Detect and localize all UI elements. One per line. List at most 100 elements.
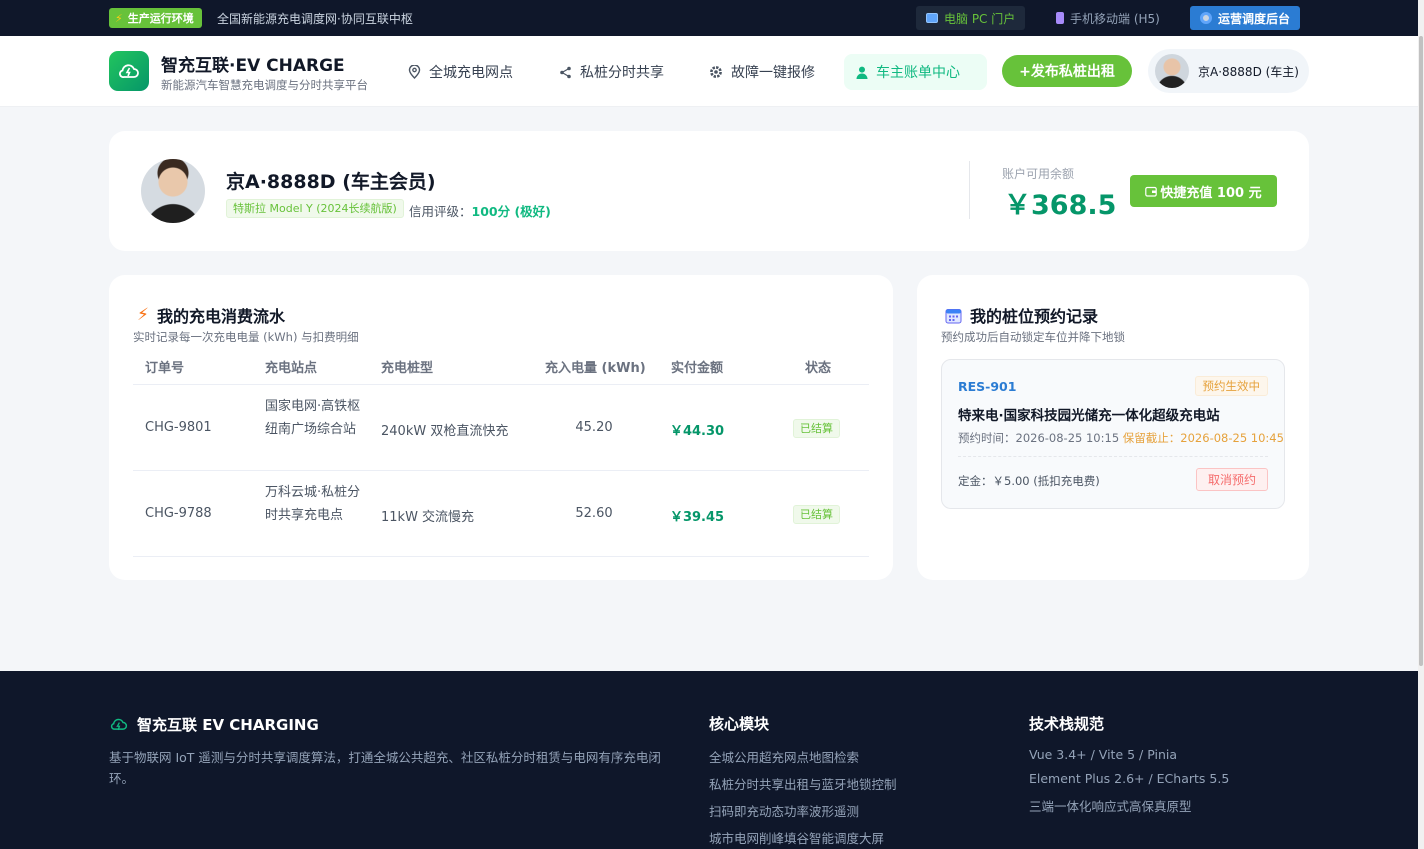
- user-menu[interactable]: 京A·8888D (车主): [1148, 49, 1309, 93]
- hold-value: 2026-08-25 10:45: [1180, 431, 1284, 445]
- flow-table: 订单号 充电站点 充电桩型 充入电量 (kWh) 实付金额 状态 CHG-980…: [133, 345, 869, 557]
- top-bar: ⚡ 生产运行环境 全国新能源充电调度网·协同互联中枢 电脑 PC 门户 手机移动…: [0, 0, 1418, 36]
- share-icon: [560, 66, 571, 78]
- order-id: CHG-9788: [145, 506, 212, 521]
- env-label: 生产运行环境: [127, 12, 194, 25]
- footer: 智充互联 EV CHARGING 基于物联网 IoT 遥测与分时共享调度算法，打…: [0, 671, 1418, 849]
- nav-bill-center[interactable]: 车主账单中心: [844, 54, 987, 90]
- footer-link[interactable]: 私桩分时共享出租与蓝牙地锁控制: [709, 774, 897, 793]
- reservation-title: 我的桩位预约记录: [945, 303, 1098, 327]
- footer-link[interactable]: 全城公用超充网点地图检索: [709, 747, 859, 766]
- status-badge: 已结算: [793, 505, 840, 524]
- credit-rating: 信用评级：100分 (极好): [409, 201, 551, 220]
- brand-logo[interactable]: [109, 51, 149, 91]
- nav-bill-label: 车主账单中心: [876, 65, 960, 81]
- ops-dashboard-link[interactable]: 运营调度后台: [1190, 6, 1301, 30]
- balance-value: ￥368.5: [1004, 190, 1117, 221]
- footer-tech-item: Element Plus 2.6+ / ECharts 5.5: [1029, 771, 1230, 786]
- nav-map[interactable]: 全城充电网点: [396, 54, 525, 90]
- brand-name: 智充互联·EV CHARGE: [161, 56, 345, 76]
- top-slogan: 全国新能源充电调度网·协同互联中枢: [217, 12, 413, 26]
- energy-kwh: 52.60: [575, 506, 613, 521]
- ops-label: 运营调度后台: [1218, 11, 1291, 26]
- status-badge: 预约生效中: [1194, 376, 1268, 396]
- charging-flow-card: ⚡ 我的充电消费流水 实时记录每一次充电电量 (kWh) 与扣费明细 订单号 充…: [109, 275, 893, 580]
- order-id: CHG-9801: [145, 420, 212, 435]
- publish-pile-button[interactable]: +发布私桩出租: [1002, 55, 1132, 87]
- time-label: 预约时间：: [958, 431, 1016, 445]
- pc-portal-label: 电脑 PC 门户: [944, 11, 1016, 26]
- footer-tech-item: Vue 3.4+ / Vite 5 / Pinia: [1029, 747, 1178, 762]
- reservation-title-text: 我的桩位预约记录: [970, 307, 1099, 326]
- flow-title-text: 我的充电消费流水: [156, 307, 285, 326]
- nav-share[interactable]: 私桩分时共享: [547, 54, 676, 90]
- monitor-icon: [926, 13, 938, 23]
- footer-link[interactable]: 扫码即充动态功率波形遥测: [709, 801, 859, 820]
- paid-amount: ￥44.30: [669, 424, 725, 439]
- cloud-bolt-icon: [119, 64, 139, 78]
- profile-name: 京A·8888D (车主会员): [226, 171, 436, 193]
- footer-brand: 智充互联 EV CHARGING: [109, 714, 319, 735]
- col-kwh: 充入电量 (kWh): [545, 361, 646, 376]
- divider: [958, 456, 1268, 457]
- h5-link[interactable]: 手机移动端 (H5): [1046, 6, 1170, 30]
- credit-label: 信用评级：: [409, 204, 472, 219]
- profile-card: 京A·8888D (车主会员) 特斯拉 Model Y (2024长续航版) 信…: [109, 131, 1309, 251]
- balance-label: 账户可用余额: [1002, 167, 1075, 181]
- main-header: 智充互联·EV CHARGE 新能源汽车智慧充电调度与分时共享平台 全城充电网点…: [0, 36, 1418, 107]
- nav-repair[interactable]: 故障一键报修: [697, 54, 827, 90]
- table-row[interactable]: CHG-9801 国家电网·高铁枢纽南广场综合站 240kW 双枪直流快充 45…: [133, 385, 869, 471]
- footer-col-tech-title: 技术栈规范: [1029, 715, 1105, 733]
- col-site: 充电站点: [265, 361, 318, 376]
- reservation-subtitle: 预约成功后自动锁定车位并降下地锁: [941, 330, 1125, 344]
- bolt-icon: ⚡: [115, 11, 123, 25]
- table-header: 订单号 充电站点 充电桩型 充入电量 (kWh) 实付金额 状态: [133, 345, 869, 385]
- wallet-icon: [1145, 186, 1158, 197]
- reservation-id: RES-901: [958, 379, 1017, 394]
- h5-label: 手机移动端 (H5): [1070, 11, 1160, 26]
- nav-map-label: 全城充电网点: [429, 65, 513, 81]
- car-model-tag: 特斯拉 Model Y (2024长续航版): [226, 199, 404, 218]
- energy-kwh: 45.20: [575, 420, 613, 435]
- table-row[interactable]: CHG-9788 万科云城·私桩分时共享充电点 11kW 交流慢充 52.60 …: [133, 471, 869, 557]
- brand-subtitle: 新能源汽车智慧充电调度与分时共享平台: [161, 78, 368, 92]
- col-order: 订单号: [145, 361, 185, 376]
- recharge-label: 快捷充值 100 元: [1160, 185, 1262, 201]
- nav-share-label: 私桩分时共享: [580, 65, 664, 81]
- footer-tech-item: 三端一体化响应式高保真原型: [1029, 799, 1192, 814]
- user-icon: [856, 66, 868, 79]
- scrollbar[interactable]: [1418, 0, 1424, 849]
- env-badge: ⚡ 生产运行环境: [109, 8, 202, 28]
- reservation-item[interactable]: RES-901 预约生效中 特来电·国家科技园光储充一体化超级充电站 预约时间：…: [941, 359, 1285, 509]
- status-badge: 已结算: [793, 419, 840, 438]
- pile-type: 11kW 交流慢充: [381, 510, 475, 525]
- station-name: 万科云城·私桩分时共享充电点: [265, 485, 361, 523]
- reservation-time: 预约时间：2026-08-25 10:15 保留截止：2026-08-25 10…: [958, 430, 1284, 446]
- recharge-button[interactable]: 快捷充值 100 元: [1130, 175, 1277, 207]
- col-status: 状态: [805, 361, 832, 376]
- time-value: 2026-08-25 10:15: [1015, 431, 1120, 445]
- col-type: 充电桩型: [381, 361, 434, 376]
- cloud-bolt-icon: [110, 718, 128, 730]
- footer-link[interactable]: 城市电网削峰填谷智能调度大屏: [709, 828, 884, 847]
- footer-brand-text: 智充互联 EV CHARGING: [137, 716, 319, 734]
- gear-icon: [1200, 12, 1212, 24]
- reservation-station: 特来电·国家科技园光储充一体化超级充电站: [958, 408, 1220, 424]
- profile-avatar: [141, 159, 205, 223]
- settings-icon: [710, 66, 722, 78]
- divider: [969, 161, 970, 219]
- pc-portal-link[interactable]: 电脑 PC 门户: [916, 6, 1026, 30]
- bolt-icon: ⚡: [137, 305, 149, 325]
- hold-label: 保留截止：: [1122, 431, 1181, 445]
- avatar: [1155, 54, 1189, 88]
- flow-title: ⚡ 我的充电消费流水: [137, 303, 285, 327]
- scrollbar-thumb[interactable]: [1419, 36, 1423, 666]
- nav-repair-label: 故障一键报修: [731, 65, 815, 81]
- calendar-icon: [945, 308, 962, 323]
- user-name: 京A·8888D (车主): [1198, 64, 1299, 79]
- location-icon: [408, 65, 421, 79]
- cancel-reservation-button[interactable]: 取消预约: [1196, 468, 1268, 491]
- reservation-card: 我的桩位预约记录 预约成功后自动锁定车位并降下地锁 RES-901 预约生效中 …: [917, 275, 1309, 580]
- flow-subtitle: 实时记录每一次充电电量 (kWh) 与扣费明细: [133, 330, 359, 344]
- deposit-fee: 定金：￥5.00 (抵扣充电费): [958, 474, 1100, 488]
